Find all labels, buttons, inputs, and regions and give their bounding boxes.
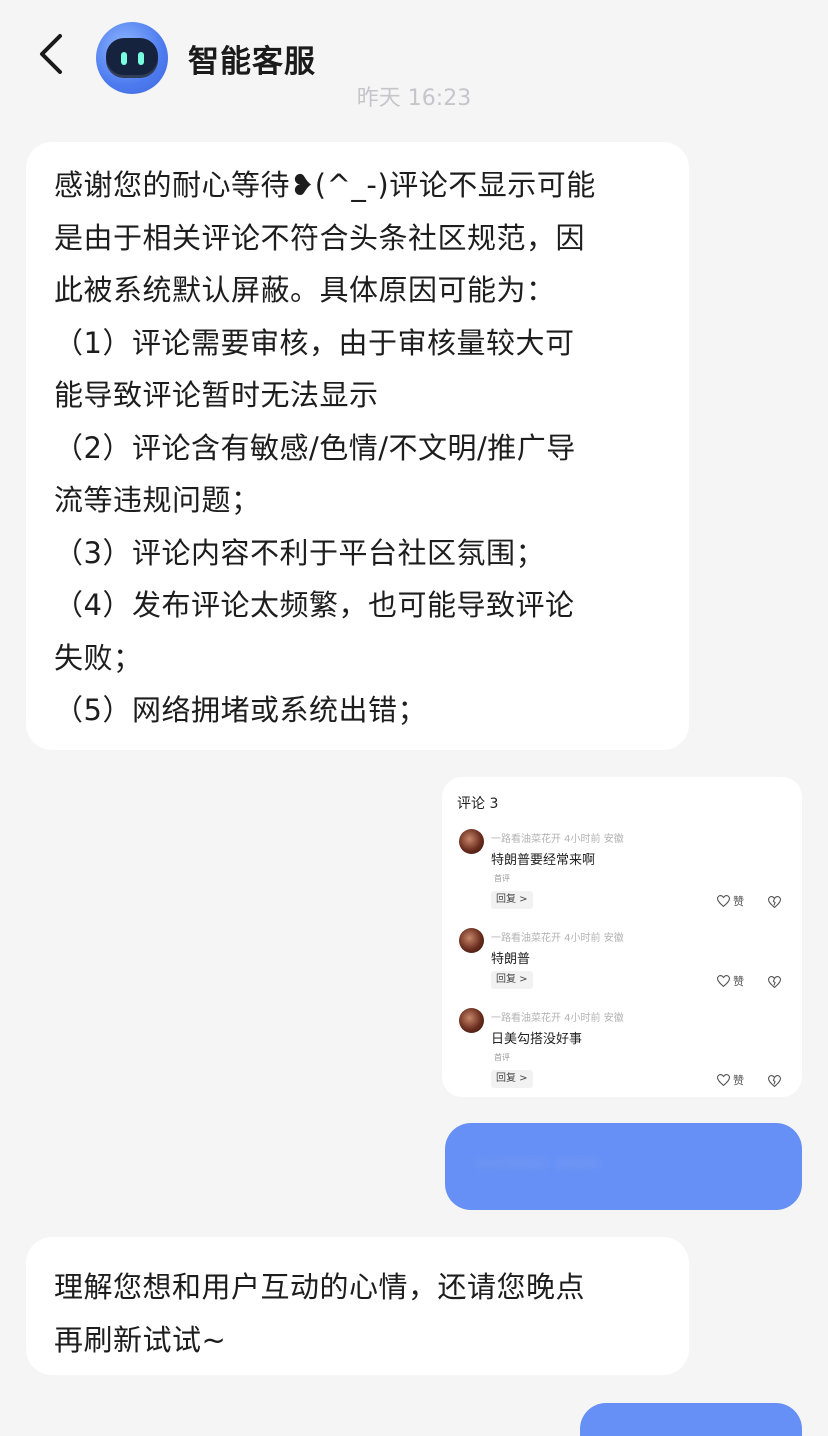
chevron-left-icon: [40, 34, 62, 74]
robot-face: [106, 38, 158, 78]
user-message-text-blurred: ········ ·····: [475, 1147, 600, 1180]
reply-button: 回复 >: [491, 1070, 533, 1088]
like-label: 赞: [733, 975, 744, 988]
first-comment-tag: 首评: [494, 1053, 510, 1062]
like-label: 赞: [733, 1074, 744, 1087]
heart-icon: [717, 1074, 730, 1086]
heart-icon: [717, 975, 730, 987]
dislike-button: [767, 973, 782, 992]
agent-message-text: 理解您想和用户互动的心情，还请您晚点 再刷新试试~: [54, 1270, 586, 1357]
heart-broken-icon: [767, 1075, 782, 1088]
heart-broken-icon: [767, 896, 782, 909]
commenter-avatar: [459, 1008, 484, 1033]
comment-meta: 一路看油菜花开 4小时前 安徽: [491, 1013, 624, 1024]
like-button: 赞: [717, 893, 744, 909]
message-timestamp: 昨天 16:23: [356, 86, 472, 111]
agent-message-text: 感谢您的耐心等待❥(^_-)评论不显示可能 是由于相关评论不符合头条社区规范，因…: [54, 168, 596, 727]
chat-title: 智能客服: [188, 44, 316, 80]
like-label: 赞: [733, 895, 744, 908]
reply-button: 回复 >: [491, 891, 533, 909]
comment-text: 特朗普要经常来啊: [491, 853, 596, 868]
shared-screenshot-image[interactable]: 评论 3 一路看油菜花开 4小时前 安徽 特朗普要经常来啊 首评 回复 > 赞 …: [442, 777, 802, 1097]
like-button: 赞: [717, 973, 744, 989]
dislike-button: [767, 1072, 782, 1091]
commenter-avatar: [459, 829, 484, 854]
heart-broken-icon: [767, 976, 782, 989]
comment-item: 一路看油菜花开 4小时前 安徽 特朗普要经常来啊 首评 回复 > 赞: [442, 829, 802, 909]
first-comment-tag: 首评: [494, 874, 510, 883]
comment-meta: 一路看油菜花开 4小时前 安徽: [491, 933, 624, 944]
back-button[interactable]: [26, 26, 74, 82]
reply-button: 回复 >: [491, 971, 533, 989]
comment-text: 特朗普: [491, 952, 531, 967]
comment-meta: 一路看油菜花开 4小时前 安徽: [491, 834, 624, 845]
comment-text: 日美勾搭没好事: [491, 1032, 583, 1047]
comments-count-title: 评论 3: [457, 796, 499, 812]
heart-icon: [717, 895, 730, 907]
agent-message-bubble[interactable]: 理解您想和用户互动的心情，还请您晚点 再刷新试试~: [26, 1237, 689, 1375]
agent-message-bubble[interactable]: 感谢您的耐心等待❥(^_-)评论不显示可能 是由于相关评论不符合头条社区规范，因…: [26, 142, 689, 750]
robot-eye-right: [137, 51, 144, 65]
like-button: 赞: [717, 1072, 744, 1088]
robot-eye-left: [120, 51, 127, 65]
user-message-bubble-partial[interactable]: [580, 1403, 802, 1436]
commenter-avatar: [459, 928, 484, 953]
dislike-button: [767, 893, 782, 912]
comment-item: 一路看油菜花开 4小时前 安徽 日美勾搭没好事 首评 回复 > 赞: [442, 1008, 802, 1088]
user-message-bubble[interactable]: ········ ·····: [445, 1123, 802, 1210]
comment-item: 一路看油菜花开 4小时前 安徽 特朗普 回复 > 赞: [442, 928, 802, 1008]
